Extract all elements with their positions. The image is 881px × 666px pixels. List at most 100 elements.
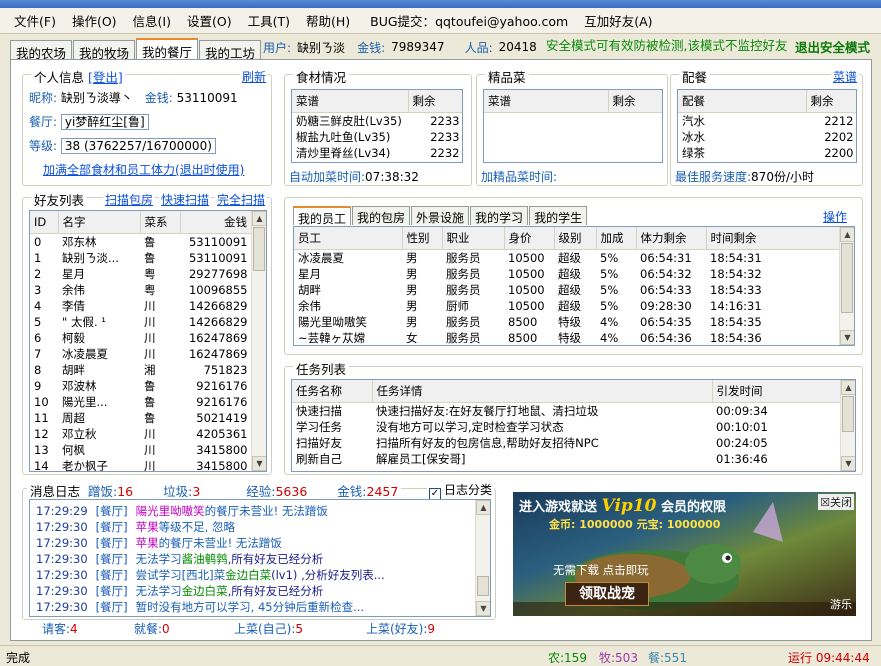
ad-banner[interactable]: 进入游戏就送 Vip10 会员的权限 金币: 1000000 元宝: 10000… — [513, 492, 856, 616]
scroll-thumb[interactable] — [253, 227, 265, 271]
friends-cell: 8 — [34, 362, 42, 377]
scroll-up-icon[interactable]: ▲ — [476, 500, 490, 515]
ad-text: 会员的权限 — [660, 500, 726, 515]
staff-cell: 超级 — [558, 298, 581, 313]
table-row[interactable]: 扫描好友 扫描所有好友的包房信息,帮助好友招待NPC 00:24:05 — [292, 435, 841, 451]
log-msg: 的餐厅未营业! 无法蹭饭 — [204, 504, 328, 518]
log-classify-checkbox[interactable]: ✓ 日志分类 — [427, 481, 495, 500]
recipe-link[interactable]: 菜谱 — [831, 68, 860, 85]
scroll-up-icon[interactable]: ▲ — [252, 211, 266, 226]
friends-cell: 53110091 — [188, 250, 248, 265]
full-scan-link[interactable]: 完全扫描 — [215, 191, 268, 208]
menu-tools[interactable]: 工具(T) — [240, 11, 298, 30]
scroll-up-icon[interactable]: ▲ — [840, 227, 854, 242]
staff-cell: 胡畔 — [298, 282, 321, 297]
table-row[interactable]: 清炒里脊丝(Lv34) 2232 — [292, 145, 462, 161]
table-row[interactable]: 0 邓东林 鲁 53110091 — [30, 233, 252, 250]
table-row[interactable]: 学习任务 没有地方可以学习,定时检查学习状态 00:10:01 — [292, 419, 841, 435]
table-row[interactable]: 汽水 2212 — [678, 112, 856, 129]
table-row[interactable]: 4 李倩 川 14266829 — [30, 298, 252, 314]
log-tail: ,所有好友已经分析 — [227, 584, 324, 598]
tab-restaurant[interactable]: 我的餐厅 — [136, 38, 199, 60]
tab-my-students[interactable]: 我的学生 — [529, 206, 588, 225]
staff-cell: 男 — [406, 250, 418, 265]
tab-outdoor[interactable]: 外景设施 — [411, 206, 470, 225]
table-row[interactable]: 陽光里呦嗷笑 男 服务员 8500 特级 4% 06:54:35 18:54:35 — [294, 314, 840, 330]
friends-scrollbar[interactable]: ▲ ▼ — [251, 211, 266, 471]
table-row[interactable]: 8 胡畔 湘 751823 — [30, 362, 252, 378]
log-line: 17:29:30 [餐厅] 无法学习金边白菜,所有好友已经分析 — [36, 583, 490, 599]
table-row[interactable]: 1 缺别ㄋ淡... 鲁 53110091 — [30, 250, 252, 266]
menu-info[interactable]: 信息(I) — [125, 11, 179, 30]
table-row[interactable]: 9 邓波林 鲁 9216176 — [30, 378, 252, 394]
tasks-scrollbar[interactable]: ▲ ▼ — [840, 380, 855, 471]
table-row[interactable]: 星月 男 服务员 10500 超级 5% 06:54:32 18:54:32 — [294, 266, 840, 282]
log-header: 消息日志 蹭饭:16 垃圾:3 经验:5636 金钱:2457 — [27, 481, 402, 500]
scan-rooms-link[interactable]: 扫描包房 — [103, 191, 156, 208]
friends-cell: 4205361 — [196, 426, 248, 441]
scroll-down-icon[interactable]: ▼ — [252, 456, 266, 471]
table-row[interactable]: 12 邓立秋 川 4205361 — [30, 426, 252, 442]
side-cell: 绿茶 — [682, 145, 705, 160]
tab-farm[interactable]: 我的农场 — [10, 40, 73, 61]
table-row[interactable]: 10 陽光里... 鲁 9216176 — [30, 394, 252, 410]
scroll-thumb[interactable] — [842, 396, 854, 432]
ad-close-button[interactable]: ☒关闭 — [818, 494, 854, 510]
add-all-food-staff-link[interactable]: 加满全部食材和员工体力(退出时使用) — [43, 161, 244, 178]
table-row[interactable]: 3 余伟 粤 10096855 — [30, 282, 252, 298]
exit-safe-mode-button[interactable]: 退出安全模式 — [795, 37, 870, 56]
scroll-up-icon[interactable]: ▲ — [841, 380, 855, 395]
table-row[interactable]: 奶糖三鲜皮肚(Lv35) 2233 — [292, 112, 462, 129]
logout-link[interactable]: [登出] — [88, 70, 123, 85]
table-row[interactable]: 7 冰凌晨夏 川 16247869 — [30, 346, 252, 362]
menu-bug-submit[interactable]: BUG提交：qqtoufei@yahoo.com — [362, 11, 576, 30]
table-row[interactable]: 14 老か枫子 川 3415800 — [30, 458, 252, 472]
log-time: 17:29:29 — [36, 504, 88, 518]
table-row[interactable]: 刷新自己 解雇员工[保安哥] 01:36:46 — [292, 451, 841, 467]
table-row[interactable]: 绿茶 2200 — [678, 145, 856, 161]
operate-link[interactable]: 操作 — [823, 208, 847, 225]
scroll-down-icon[interactable]: ▼ — [841, 456, 855, 471]
table-row[interactable]: 2 星月 粤 29277698 — [30, 266, 252, 282]
menu-mutual-friends[interactable]: 互加好友(A) — [576, 11, 660, 30]
menu-file[interactable]: 文件(F) — [6, 11, 64, 30]
scroll-down-icon[interactable]: ▼ — [840, 330, 854, 345]
ad-cta-button[interactable]: 领取战宠 — [565, 582, 649, 606]
scroll-down-icon[interactable]: ▼ — [476, 601, 490, 616]
tab-workshop[interactable]: 我的工坊 — [199, 40, 262, 61]
table-row[interactable]: 胡畔 男 服务员 10500 超级 5% 06:54:33 18:54:33 — [294, 282, 840, 298]
quick-scan-link[interactable]: 快速扫描 — [159, 191, 212, 208]
staff-cell: 18:54:31 — [710, 250, 762, 265]
tab-my-study[interactable]: 我的学习 — [470, 206, 529, 225]
table-row[interactable]: 5 " 太假. ¹ 川 14266829 — [30, 314, 252, 330]
table-row[interactable]: 冰凌晨夏 男 服务员 10500 超级 5% 06:54:31 18:54:31 — [294, 249, 840, 266]
staff-col-bonus: 加成 — [596, 227, 637, 250]
refresh-link[interactable]: 刷新 — [240, 68, 269, 85]
tab-my-staff[interactable]: 我的员工 — [293, 206, 352, 226]
tab-ranch[interactable]: 我的牧场 — [73, 40, 136, 61]
scroll-thumb[interactable] — [477, 576, 489, 596]
friends-col-name: 名字 — [58, 211, 141, 234]
friends-cell: 川 — [144, 426, 156, 441]
staff-cell: ~芸韓ヶ苁嫦 — [298, 330, 366, 345]
task-cell: 扫描好友 — [296, 435, 342, 450]
tab-my-rooms[interactable]: 我的包房 — [352, 206, 411, 225]
table-row[interactable]: 13 何枫 川 3415800 — [30, 442, 252, 458]
table-row[interactable]: 6 柯毅 川 16247869 — [30, 330, 252, 346]
bug-label: BUG提交： — [370, 14, 436, 29]
staff-cell: 18:54:32 — [710, 266, 762, 281]
staff-scrollbar[interactable]: ▲ ▼ — [839, 227, 854, 345]
table-row[interactable]: 快速扫描 快速扫描好友:在好友餐厅打地鼠、清扫垃圾 00:09:34 — [292, 402, 841, 419]
menu-help[interactable]: 帮助(H) — [298, 11, 358, 30]
table-row[interactable]: 椒盐九吐鱼(Lv35) 2233 — [292, 129, 462, 145]
table-row[interactable]: 11 周超 鲁 5021419 — [30, 410, 252, 426]
scroll-thumb[interactable] — [841, 243, 853, 313]
log-scrollbar[interactable]: ▲ ▼ — [475, 500, 490, 616]
table-row[interactable]: ~芸韓ヶ苁嫦 女 服务员 8500 特级 4% 06:54:36 18:54:36 — [294, 330, 840, 346]
log-cat: [餐厅] — [95, 552, 128, 566]
staff-cell: 06:54:32 — [640, 266, 692, 281]
menu-settings[interactable]: 设置(O) — [179, 11, 240, 30]
table-row[interactable]: 余伟 男 厨师 10500 超级 5% 09:28:30 14:16:31 — [294, 298, 840, 314]
table-row[interactable]: 冰水 2202 — [678, 129, 856, 145]
menu-operate[interactable]: 操作(O) — [64, 11, 125, 30]
